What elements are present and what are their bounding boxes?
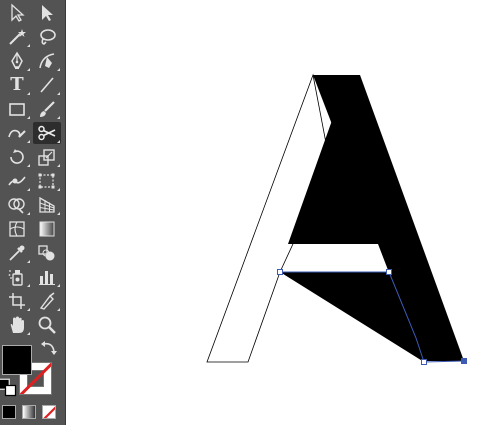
warp-tool[interactable] (3, 170, 31, 192)
pen-tool[interactable] (3, 50, 31, 72)
more-tools-indicator (57, 308, 60, 311)
more-tools-indicator (57, 164, 60, 167)
default-fill-stroke-button[interactable] (0, 378, 17, 397)
blend-tool[interactable] (33, 242, 61, 264)
symbol-sprayer-icon (8, 270, 23, 286)
hand-tool[interactable] (3, 314, 31, 336)
symbol-sprayer-tool[interactable] (3, 266, 31, 288)
artboard-canvas[interactable] (66, 0, 486, 425)
default-colors-icon (0, 378, 17, 397)
gradient-tool[interactable] (33, 218, 61, 240)
anchor-point[interactable] (421, 359, 427, 365)
column-graph-icon (39, 271, 55, 285)
more-tools-indicator (27, 332, 30, 335)
selection-tool[interactable] (3, 2, 31, 24)
shaper-icon (8, 129, 26, 138)
curvature-pen-icon (39, 53, 55, 69)
scale-icon (38, 149, 55, 166)
anchor-point[interactable] (386, 269, 392, 275)
swap-arrows-icon (41, 341, 57, 355)
more-tools-indicator (57, 140, 60, 143)
rotate-tool[interactable] (3, 146, 31, 168)
color-mode-button[interactable] (2, 405, 16, 419)
scissors-tool[interactable] (33, 122, 61, 144)
direct-selection-arrow-icon (42, 5, 53, 21)
more-tools-indicator (27, 92, 30, 95)
selection-arrow-icon (11, 3, 25, 22)
anchor-point-selected[interactable] (461, 358, 467, 364)
more-tools-indicator (27, 260, 30, 263)
paintbrush-tool[interactable] (33, 98, 61, 120)
anchor-point[interactable] (277, 269, 283, 275)
type-icon: T (10, 74, 24, 95)
line-segment-icon (40, 77, 54, 93)
more-tools-indicator (27, 212, 30, 215)
lasso-tool[interactable] (33, 26, 61, 48)
more-tools-indicator (27, 44, 30, 47)
perspective-grid-icon (39, 196, 55, 213)
more-tools-indicator (57, 284, 60, 287)
more-tools-indicator (57, 116, 60, 119)
paintbrush-icon (40, 101, 55, 117)
mesh-tool[interactable] (3, 218, 31, 240)
zoom-tool[interactable] (33, 314, 61, 336)
more-tools-indicator (27, 308, 30, 311)
none-slash-icon (43, 406, 55, 418)
gradient-mode-button[interactable] (22, 405, 36, 419)
shape-builder-tool[interactable] (3, 194, 31, 216)
more-tools-indicator (57, 188, 60, 191)
zoom-icon (38, 316, 56, 334)
gradient-icon (39, 221, 55, 237)
fill-swatch[interactable] (2, 345, 32, 375)
slice-tool[interactable] (33, 290, 61, 312)
warp-icon (8, 176, 26, 186)
artboard-tool[interactable] (3, 290, 31, 312)
scissors-icon (38, 125, 56, 141)
more-tools-indicator (27, 116, 30, 119)
type-tool[interactable]: T (3, 74, 31, 96)
mesh-icon (9, 221, 25, 237)
tools-panel: T (0, 0, 66, 425)
hand-icon (10, 316, 24, 333)
more-tools-indicator (27, 188, 30, 191)
more-tools-indicator (27, 164, 30, 167)
more-tools-indicator (27, 68, 30, 71)
blend-icon (38, 245, 55, 261)
pen-icon (11, 51, 23, 69)
line-segment-tool[interactable] (33, 74, 61, 96)
none-mode-button[interactable] (42, 405, 56, 419)
rectangle-tool[interactable] (3, 98, 31, 120)
free-transform-icon (38, 173, 55, 189)
perspective-grid-tool[interactable] (33, 194, 61, 216)
more-tools-indicator (57, 92, 60, 95)
more-tools-indicator (27, 284, 30, 287)
rotate-icon (10, 149, 24, 164)
eyedropper-icon (9, 245, 25, 261)
direct-selection-tool[interactable] (33, 2, 61, 24)
more-tools-indicator (57, 212, 60, 215)
rectangle-icon (9, 103, 25, 116)
more-tools-indicator (27, 140, 30, 143)
scale-tool[interactable] (33, 146, 61, 168)
lasso-icon (40, 29, 56, 45)
slice-icon (39, 292, 55, 310)
artboard-icon (9, 293, 25, 309)
curvature-tool[interactable] (33, 50, 61, 72)
shape-builder-icon (8, 198, 25, 214)
more-tools-indicator (57, 68, 60, 71)
free-transform-tool[interactable] (33, 170, 61, 192)
magic-wand-icon (9, 29, 26, 45)
eyedropper-tool[interactable] (3, 242, 31, 264)
shaper-tool[interactable] (3, 122, 31, 144)
magic-wand-tool[interactable] (3, 26, 31, 48)
column-graph-tool[interactable] (33, 266, 61, 288)
letter-a-artwork[interactable] (66, 0, 486, 425)
swap-fill-stroke-button[interactable] (39, 339, 59, 357)
